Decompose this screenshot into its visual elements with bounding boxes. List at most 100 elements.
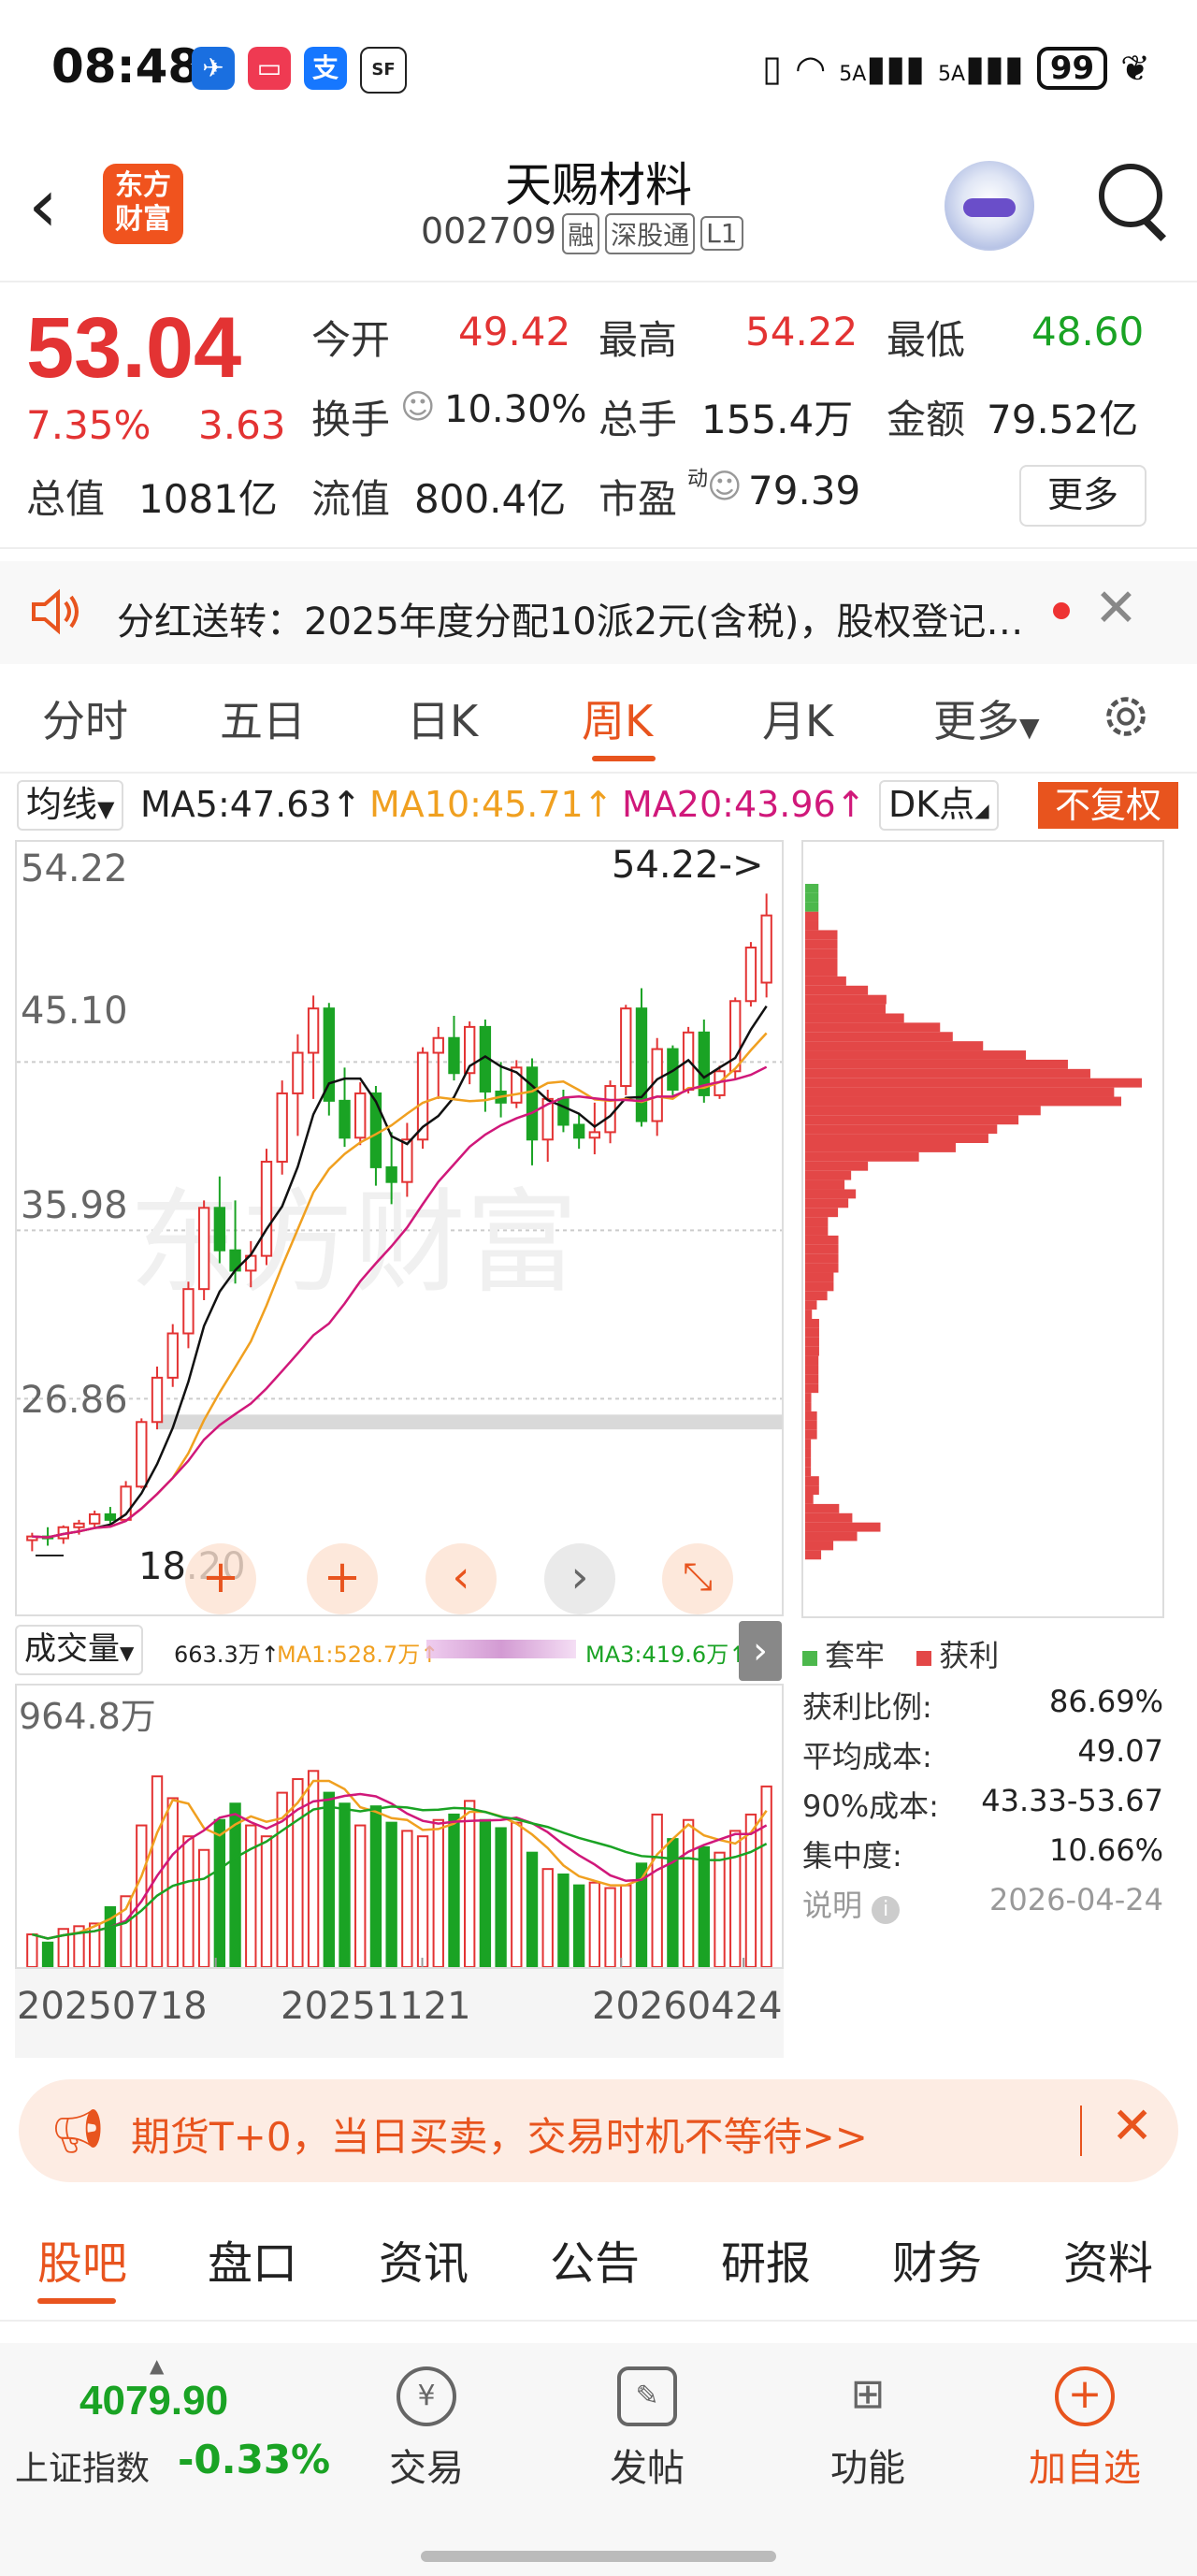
close-ad-icon[interactable]: ✕	[1111, 2096, 1153, 2155]
chip-bar	[805, 1179, 845, 1190]
chip-bar	[805, 1420, 817, 1430]
red-app-icon: ▭	[248, 47, 291, 90]
tab-forum[interactable]: 股吧	[37, 2226, 127, 2292]
tab-news[interactable]: 资讯	[379, 2226, 469, 2292]
tab-research[interactable]: 研报	[721, 2226, 811, 2292]
tab-monthly-k[interactable]: 月K	[762, 687, 833, 749]
chip-bar	[805, 1541, 834, 1551]
tag-connect: 深股通	[605, 212, 696, 254]
pe-info-icon[interactable]: ☺	[707, 468, 743, 506]
zoom-in-icon[interactable]: +	[185, 1543, 256, 1614]
close-notice-icon[interactable]: ✕	[1094, 578, 1138, 639]
volume-bar	[698, 1845, 710, 1967]
ma-select[interactable]: 均线▼	[17, 780, 124, 831]
functions-button[interactable]: ⊞ 功能	[793, 2366, 943, 2492]
tab-daily-k[interactable]: 日K	[407, 687, 478, 749]
candle-body	[401, 1138, 413, 1183]
high-label: 最高	[598, 317, 678, 363]
dividend-notice[interactable]: 分红送转：2025年度分配10派2元(含税)，股权登记… ✕	[0, 561, 1197, 664]
tab-intraday[interactable]: 分时	[42, 687, 128, 749]
volume-max-label: 964.8万	[19, 1696, 156, 1737]
candle-body	[182, 1288, 195, 1335]
status-right: ▯ ◠ 5A▮▮▮ 5A▮▮▮ 99 ❦	[762, 47, 1150, 90]
stat-label: 90%成本:	[802, 1788, 939, 1824]
status-time: 08:48	[51, 39, 201, 94]
tab-profile[interactable]: 资料	[1063, 2226, 1153, 2292]
zoom-in-icon[interactable]: +	[307, 1543, 378, 1614]
dk-select[interactable]: DK点◢	[879, 780, 999, 831]
chip-bar	[805, 1531, 858, 1541]
trapped-swatch	[802, 1651, 817, 1666]
scroll-left-icon[interactable]: ‹	[425, 1543, 497, 1614]
candle-body	[292, 1051, 304, 1094]
leaf-icon: ❦	[1120, 48, 1150, 89]
volume-indicator-bar: 成交量▼ 663.3万↑ MA1:528.7万↑ MA3:419.6万↑	[15, 1621, 784, 1681]
ma10-value: MA10:45.71↑	[369, 784, 613, 825]
tab-announcements[interactable]: 公告	[550, 2226, 640, 2292]
candle-body	[557, 1097, 570, 1126]
trade-button[interactable]: ¥ 交易	[352, 2366, 501, 2492]
search-icon[interactable]	[1099, 164, 1162, 227]
tag-level: L1	[700, 216, 743, 251]
tab-more[interactable]: 更多▼	[933, 687, 1040, 749]
vol-value: 663.3万↑	[174, 1642, 280, 1668]
index-value[interactable]: 4079.90	[79, 2378, 228, 2424]
add-watchlist-label: 加自选	[1029, 2447, 1141, 2490]
chip-bar	[805, 1503, 840, 1513]
more-quote-button[interactable]: 更多	[1019, 465, 1147, 527]
candle-body	[307, 1007, 320, 1054]
explain-label[interactable]: 说明 i	[802, 1882, 901, 1925]
vol-ma3-text: MA3:419.6万	[585, 1642, 729, 1668]
chip-bar	[805, 1143, 956, 1152]
tab-five-day[interactable]: 五日	[220, 687, 306, 749]
volume-bar	[213, 1818, 226, 1967]
tab-weekly-k[interactable]: 周K	[582, 687, 653, 749]
volume-bar	[448, 1813, 460, 1967]
active-bottom-tab-indicator	[37, 2298, 116, 2304]
home-indicator	[421, 2551, 776, 2562]
scroll-right-icon[interactable]: ›	[544, 1543, 615, 1614]
volume-bar	[464, 1800, 476, 1967]
pe-value: 79.39	[748, 468, 861, 514]
expand-icon[interactable]: ⤡	[662, 1543, 733, 1614]
tab-orderbook[interactable]: 盘口	[208, 2226, 297, 2292]
bottom-toolbar: ▲ 4079.90 上证指数 -0.33% ¥ 交易 ✎ 发帖 ⊞ 功能 + 加…	[0, 2343, 1197, 2576]
profit-swatch	[916, 1651, 932, 1666]
volume-bar	[354, 1824, 367, 1967]
volume-bar	[369, 1805, 382, 1967]
chevron-down-icon: ▼	[120, 1642, 135, 1664]
volume-select[interactable]: 成交量▼	[15, 1625, 144, 1675]
gear-icon[interactable]	[1099, 689, 1153, 744]
candle-body	[354, 1092, 367, 1139]
candle-body	[635, 1007, 648, 1122]
candle-body	[260, 1160, 273, 1257]
chip-bar	[805, 1032, 953, 1042]
notice-text: 分红送转：2025年度分配10派2元(含税)，股权登记…	[117, 601, 1024, 644]
chip-bar	[805, 1291, 828, 1301]
adjust-button[interactable]: 不复权	[1038, 782, 1178, 829]
volume-bar	[166, 1797, 179, 1967]
index-name[interactable]: 上证指数	[15, 2441, 150, 2490]
ma5-value: MA5:47.63↑	[140, 784, 362, 825]
chip-bar	[805, 1170, 852, 1180]
chip-bar	[805, 1151, 919, 1162]
volume-bar	[182, 1835, 195, 1967]
chip-distribution	[801, 840, 1164, 1618]
chip-bar	[805, 1402, 812, 1411]
kline-chart[interactable]: 东方财富 54.22 45.10 35.98 26.86 54.22-> 18.…	[15, 840, 784, 1616]
tab-finance[interactable]: 财务	[892, 2226, 982, 2292]
turnover-info-icon[interactable]: ☺	[400, 388, 436, 427]
float-label: 流值	[311, 476, 391, 522]
futures-ad-banner[interactable]: 📢︎ 期货T+0，当日买卖，交易时机不等待>> ✕	[19, 2079, 1178, 2182]
chip-bar	[805, 1495, 814, 1504]
float-value: 800.4亿	[414, 476, 567, 522]
mktcap-label: 总值	[26, 476, 106, 522]
add-watchlist-button[interactable]: + 加自选	[1010, 2366, 1160, 2492]
trade-label: 交易	[389, 2447, 464, 2490]
post-button[interactable]: ✎ 发帖	[572, 2366, 722, 2492]
volume-bar	[714, 1851, 726, 1967]
chevron-right-icon[interactable]: ›	[739, 1621, 782, 1681]
candle-body	[448, 1036, 460, 1075]
ma-select-label: 均线	[26, 784, 98, 825]
chip-bar	[805, 1059, 1068, 1069]
